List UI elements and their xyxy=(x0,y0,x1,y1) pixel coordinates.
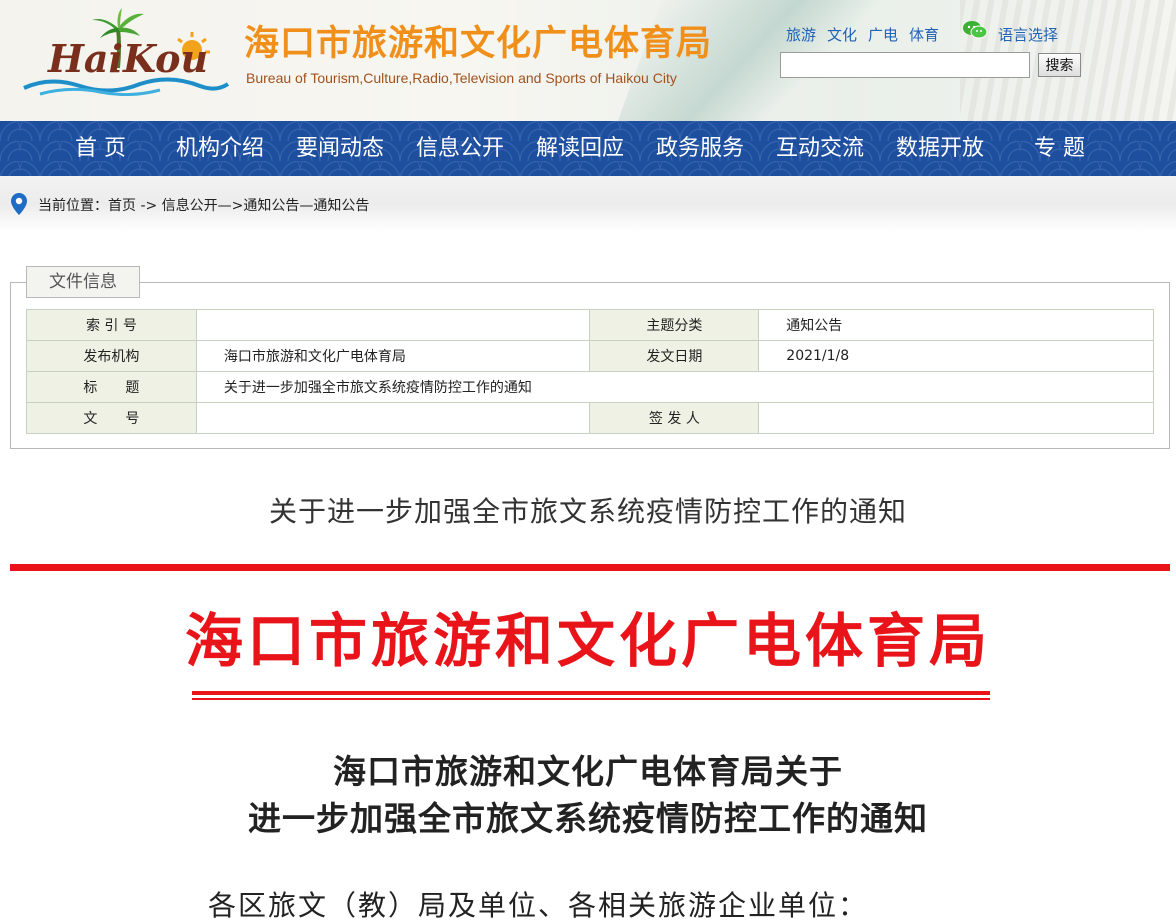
table-row: 标 题 关于进一步加强全市旅文系统疫情防控工作的通知 xyxy=(26,371,1155,403)
breadcrumb-bar: 当前位置：首页 -> 信息公开—>通知公告—通知公告 xyxy=(0,176,1176,232)
top-link-sports[interactable]: 体育 xyxy=(909,26,939,44)
table-row: 索 引 号 主题分类 通知公告 xyxy=(26,309,1154,341)
site-title-en: Bureau of Tourism,Culture,Radio,Televisi… xyxy=(246,70,677,86)
nav-item-topics[interactable]: 专 题 xyxy=(1034,121,1085,176)
top-links: 旅游 文化 广电 体育 xyxy=(786,24,950,45)
top-link-broadcast[interactable]: 广电 xyxy=(868,26,898,44)
top-link-culture[interactable]: 文化 xyxy=(827,26,857,44)
location-pin-icon xyxy=(11,193,27,215)
document-body-start: 各区旅文（教）局及单位、各相关旅游企业单位： xyxy=(208,889,869,922)
file-info-legend: 文件信息 xyxy=(26,266,140,298)
nav-item-services[interactable]: 政务服务 xyxy=(656,121,744,176)
main-nav: 首 页 机构介绍 要闻动态 信息公开 解读回应 政务服务 互动交流 数据开放 专… xyxy=(0,121,1176,176)
value-title: 关于进一步加强全市旅文系统疫情防控工作的通知 xyxy=(195,371,1155,403)
value-doc-number xyxy=(195,402,591,434)
nav-item-open-data[interactable]: 数据开放 xyxy=(896,121,984,176)
document-header: 海口市旅游和文化广电体育局 xyxy=(184,607,991,675)
value-date: 2021/1/8 xyxy=(758,340,1154,372)
logo-text: HaiKou xyxy=(47,36,208,81)
site-title-cn: 海口市旅游和文化广电体育局 xyxy=(244,24,713,64)
document-rule-thick xyxy=(192,691,990,695)
value-category: 通知公告 xyxy=(758,309,1154,341)
label-title: 标 题 xyxy=(26,371,197,403)
label-index-number: 索 引 号 xyxy=(26,309,197,341)
value-publisher: 海口市旅游和文化广电体育局 xyxy=(195,340,591,372)
top-link-tourism[interactable]: 旅游 xyxy=(786,26,816,44)
table-row: 文 号 签 发 人 xyxy=(26,402,1154,434)
nav-item-interaction[interactable]: 互动交流 xyxy=(776,121,864,176)
label-publisher: 发布机构 xyxy=(26,340,197,372)
file-info-table: 索 引 号 主题分类 通知公告 发布机构 海口市旅游和文化广电体育局 发文日期 … xyxy=(26,309,1155,434)
wechat-icon[interactable] xyxy=(962,20,988,40)
search-button[interactable]: 搜索 xyxy=(1038,53,1081,77)
label-category: 主题分类 xyxy=(589,309,760,341)
nav-item-interpretation[interactable]: 解读回应 xyxy=(536,121,624,176)
document-title-line2: 进一步加强全市旅文系统疫情防控工作的通知 xyxy=(248,799,928,838)
nav-item-about[interactable]: 机构介绍 xyxy=(176,121,264,176)
search-input[interactable] xyxy=(780,52,1030,78)
value-index-number xyxy=(195,309,591,341)
breadcrumb[interactable]: 当前位置：首页 -> 信息公开—>通知公告—通知公告 xyxy=(38,195,369,215)
site-header: HaiKou 海口市旅游和文化广电体育局 Bureau of Tourism,C… xyxy=(0,0,1176,121)
document-rule-thin xyxy=(192,698,990,700)
nav-item-home[interactable]: 首 页 xyxy=(75,121,126,176)
haikou-logo[interactable]: HaiKou xyxy=(20,6,232,96)
label-signer: 签 发 人 xyxy=(589,402,760,434)
red-divider xyxy=(10,564,1170,571)
document-title-line1: 海口市旅游和文化广电体育局关于 xyxy=(333,752,843,791)
language-select[interactable]: 语言选择 xyxy=(998,24,1058,45)
table-row: 发布机构 海口市旅游和文化广电体育局 发文日期 2021/1/8 xyxy=(26,340,1154,372)
article-title: 关于进一步加强全市旅文系统疫情防控工作的通知 xyxy=(268,495,907,528)
label-doc-number: 文 号 xyxy=(26,402,197,434)
label-date: 发文日期 xyxy=(589,340,760,372)
nav-item-disclosure[interactable]: 信息公开 xyxy=(416,121,504,176)
nav-item-news[interactable]: 要闻动态 xyxy=(296,121,384,176)
value-signer xyxy=(758,402,1154,434)
